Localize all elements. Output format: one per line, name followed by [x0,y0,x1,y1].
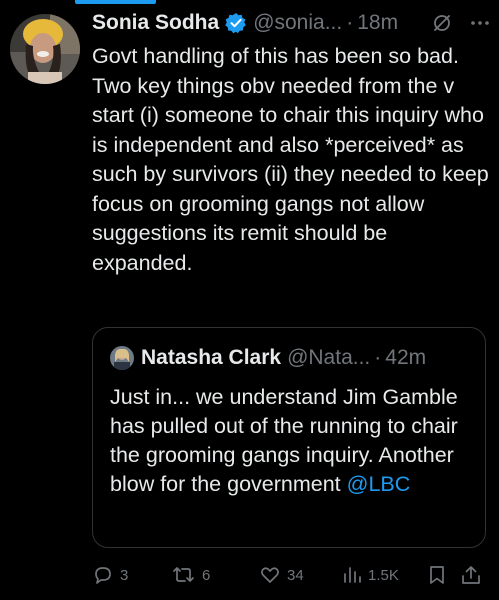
quoted-separator-dot: · [374,346,382,369]
share-button[interactable] [460,560,482,590]
reply-count: 3 [120,566,129,584]
tweet-action-bar: 3 6 34 1.5K [92,560,488,590]
more-icon[interactable] [469,12,491,34]
bookmark-icon [426,564,448,586]
quoted-tweet-text: Just in... we understand Jim Gamble has … [110,383,475,499]
repost-icon [172,564,196,586]
quoted-tweet-card[interactable]: Natasha Clark @Nata... · 42m Just in... … [92,327,486,548]
timestamp[interactable]: 18m [357,11,398,35]
share-icon [460,564,482,586]
reply-icon [92,564,114,586]
reply-button[interactable]: 3 [92,560,128,590]
repost-button[interactable]: 6 [172,560,210,590]
view-count: 1.5K [368,566,399,584]
grok-icon[interactable] [431,12,453,34]
author-handle[interactable]: @sonia... [253,11,342,35]
quoted-author-handle: @Nata... [287,346,371,369]
author-name[interactable]: Sonia Sodha [92,11,219,35]
repost-count: 6 [202,566,211,584]
author-avatar[interactable] [10,14,80,84]
verified-badge-icon [225,12,247,34]
quoted-tweet-header: Natasha Clark @Nata... · 42m [110,344,475,372]
like-button[interactable]: 34 [259,560,304,590]
quoted-author-name: Natasha Clark [141,346,282,369]
tweet-text: Govt handling of this has been so bad. T… [92,44,489,275]
heart-icon [259,564,281,586]
views-button[interactable]: 1.5K [342,560,399,590]
like-count: 34 [287,566,304,584]
quoted-timestamp: 42m [385,346,427,369]
quoted-author-avatar [110,346,134,370]
active-tab-indicator [75,0,156,4]
bookmark-button[interactable] [426,560,448,590]
separator-dot: · [346,11,354,34]
views-icon [342,564,362,586]
mention-link[interactable]: @LBC [347,472,411,496]
tweet-header: Sonia Sodha @sonia... · 18m [92,8,491,38]
